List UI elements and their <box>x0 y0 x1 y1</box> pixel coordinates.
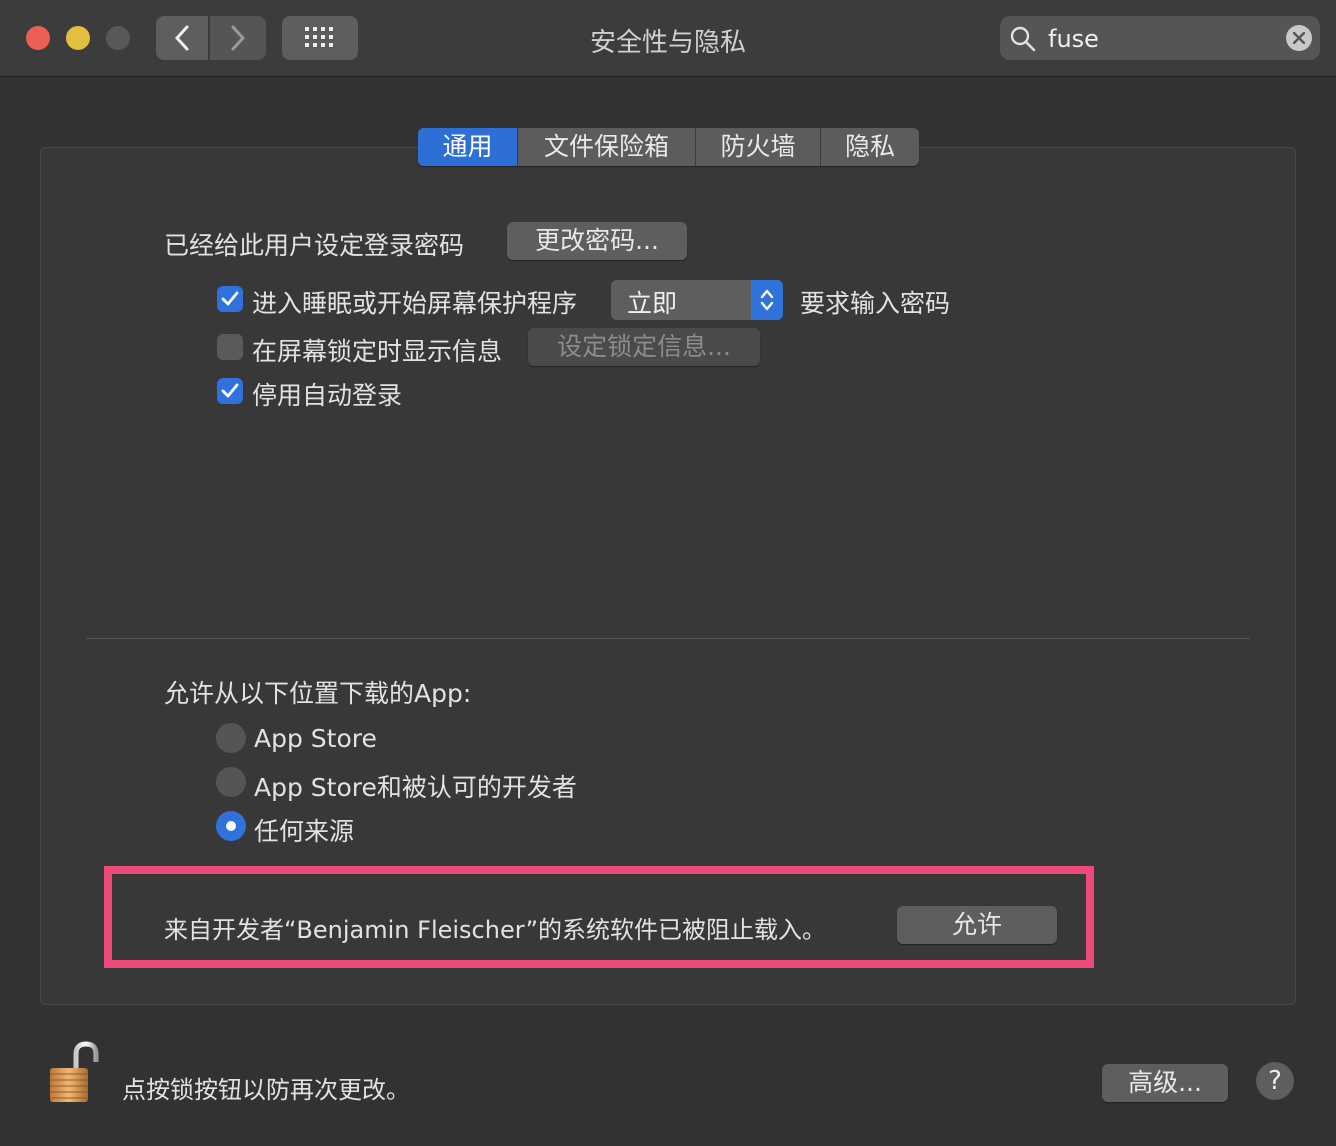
change-password-button[interactable]: 更改密码... <box>507 222 687 260</box>
password-set-label: 已经给此用户设定登录密码 <box>164 231 465 260</box>
help-button[interactable]: ? <box>1256 1062 1294 1100</box>
radio-anywhere-label: 任何来源 <box>254 817 355 846</box>
require-password-checkbox[interactable] <box>217 286 243 312</box>
search-icon <box>1010 26 1036 52</box>
disable-autologin-checkbox[interactable] <box>217 378 243 404</box>
set-lock-message-button[interactable]: 设定锁定信息... <box>528 328 760 366</box>
search-input[interactable] <box>1046 22 1270 56</box>
blocked-software-message: 来自开发者“Benjamin Fleischer”的系统软件已被阻止载入。 <box>164 916 827 944</box>
require-password-label: 进入睡眠或开始屏幕保护程序 <box>252 289 578 318</box>
clear-search-button[interactable] <box>1286 25 1312 51</box>
title-bar: 安全性与隐私 <box>0 0 1336 77</box>
allow-button[interactable]: 允许 <box>897 906 1057 944</box>
radio-identified-developers[interactable] <box>216 767 246 797</box>
search-field[interactable] <box>1000 16 1320 60</box>
tab-bar: 通用 文件保险箱 防火墙 隐私 <box>418 128 919 166</box>
show-message-checkbox[interactable] <box>217 334 243 360</box>
checkmark-icon <box>221 291 239 306</box>
tab-privacy[interactable]: 隐私 <box>821 128 919 166</box>
tab-filevault[interactable]: 文件保险箱 <box>518 128 696 166</box>
advanced-button[interactable]: 高级... <box>1102 1064 1228 1102</box>
radio-identified-developers-label: App Store和被认可的开发者 <box>254 773 577 802</box>
close-icon <box>1293 32 1305 44</box>
show-message-label: 在屏幕锁定时显示信息 <box>252 337 503 366</box>
tab-general[interactable]: 通用 <box>418 128 518 166</box>
require-password-suffix: 要求输入密码 <box>800 289 951 318</box>
select-arrows-icon <box>751 280 783 320</box>
radio-anywhere[interactable] <box>216 811 246 841</box>
unlocked-padlock-icon <box>50 1041 99 1102</box>
downloads-title: 允许从以下位置下载的App: <box>164 679 472 708</box>
lock-hint-text: 点按锁按钮以防再次更改。 <box>122 1076 410 1104</box>
tab-firewall[interactable]: 防火墙 <box>696 128 821 166</box>
select-value: 立即 <box>627 289 678 318</box>
lock-button[interactable] <box>44 1040 104 1106</box>
checkmark-icon <box>221 383 239 398</box>
divider <box>86 638 1250 639</box>
radio-app-store-label: App Store <box>254 724 377 753</box>
radio-app-store[interactable] <box>216 723 246 753</box>
require-password-delay-select[interactable]: 立即 <box>611 280 783 320</box>
disable-autologin-label: 停用自动登录 <box>252 381 403 410</box>
